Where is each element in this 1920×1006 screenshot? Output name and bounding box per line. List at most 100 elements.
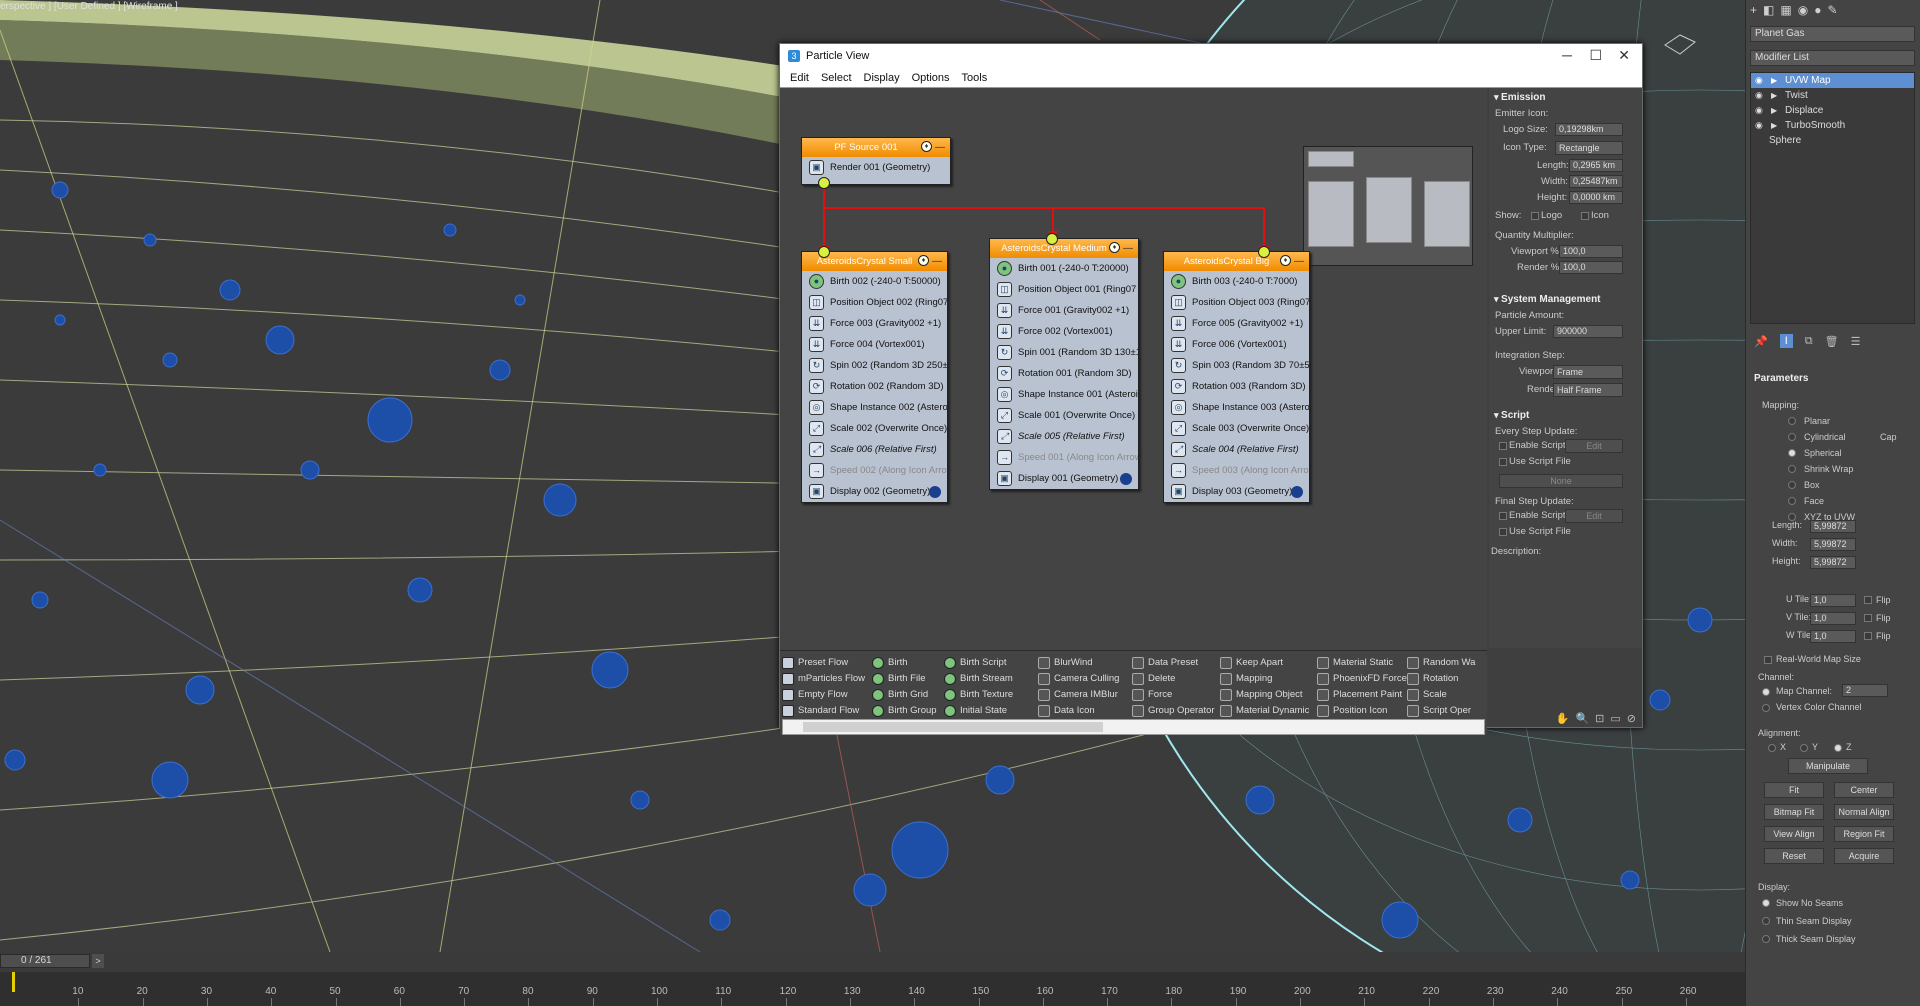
depot-operator[interactable]: Position Icon <box>1315 703 1407 719</box>
depot-operator[interactable]: Scale <box>1405 687 1475 703</box>
event-port[interactable] <box>1046 233 1058 245</box>
depot-operator[interactable]: Birth Script <box>942 655 1029 671</box>
length-spinner[interactable]: 0,2965 km <box>1569 159 1623 172</box>
make-unique-icon[interactable]: ⧉ <box>1805 335 1813 348</box>
display-color-swatch[interactable] <box>1291 486 1303 498</box>
depot-operator[interactable]: PhoenixFD Force <box>1315 671 1407 687</box>
mapping-option-label[interactable]: Box <box>1804 480 1820 490</box>
operator-row[interactable]: ⤢ Scale 006 (Relative First) <box>802 439 947 460</box>
integration-viewport-dropdown[interactable]: Frame <box>1553 365 1623 379</box>
operator-row[interactable]: ⇊ Force 003 (Gravity002 +1) <box>802 313 947 334</box>
height-spinner[interactable]: 0,0000 km <box>1569 191 1623 204</box>
expand-arrow-icon[interactable]: ▶ <box>1771 88 1777 103</box>
depot-operator[interactable]: Data Preset <box>1130 655 1216 671</box>
operator-row[interactable]: ⟳ Rotation 001 (Random 3D) <box>990 363 1138 384</box>
operator-row[interactable]: ◎ Shape Instance 001 (Asteroids ... <box>990 384 1138 405</box>
depot-operator[interactable]: Material Static <box>1315 655 1407 671</box>
operator-row[interactable]: ⟳ Rotation 002 (Random 3D) <box>802 376 947 397</box>
motion-tab-icon[interactable]: ◉ <box>1798 3 1808 17</box>
length-spinner[interactable]: 5,99872 <box>1810 520 1856 533</box>
flip-checkbox[interactable] <box>1864 596 1872 604</box>
depot-operator[interactable]: Preset Flow <box>780 655 865 671</box>
pin-stack-icon[interactable]: 📌 <box>1754 335 1768 348</box>
zoom-extents-icon[interactable]: ▭ <box>1610 712 1620 725</box>
depot-operator[interactable]: Birth Grid <box>870 687 937 703</box>
operator-row[interactable]: → Speed 002 (Along Icon Arrow) <box>802 460 947 481</box>
height-spinner[interactable]: 5,99872 <box>1810 556 1856 569</box>
node-header[interactable]: AsteroidsCrystal Big ♦ — <box>1164 252 1309 271</box>
minimize-button[interactable]: ─ <box>1562 47 1572 63</box>
event-node[interactable]: AsteroidsCrystal Small ♦ — ● Birth 002 (-240… <box>801 251 948 503</box>
operator-row[interactable]: ⇊ Force 001 (Gravity002 +1) <box>990 300 1138 321</box>
minimize-node-icon[interactable]: — <box>1123 239 1133 258</box>
show-icon-checkbox[interactable] <box>1581 212 1589 220</box>
visibility-eye-icon[interactable]: ◉ <box>1755 118 1763 133</box>
edit-script-button[interactable]: Edit <box>1565 439 1623 453</box>
seam-radio[interactable] <box>1762 917 1770 925</box>
operator-row[interactable]: ⤢ Scale 005 (Relative First) <box>990 426 1138 447</box>
operator-row[interactable]: ⇊ Force 005 (Gravity002 +1) <box>1164 313 1309 334</box>
operator-row[interactable]: ◎ Shape Instance 002 (Asteroids... <box>802 397 947 418</box>
display-color-swatch[interactable] <box>929 486 941 498</box>
depot-operator[interactable]: Birth File <box>870 671 937 687</box>
utile-spinner[interactable]: 1,0 <box>1810 594 1856 607</box>
zoom-icon[interactable]: 🔍 <box>1575 712 1589 725</box>
menu-display[interactable]: Display <box>858 72 906 84</box>
operator-row[interactable]: ● Birth 001 (-240-0 T:20000) <box>990 258 1138 279</box>
fit-button[interactable]: Fit <box>1764 782 1824 798</box>
script-rollout-header[interactable]: Script <box>1489 408 1642 423</box>
use-script-file-checkbox[interactable] <box>1499 458 1507 466</box>
operator-row[interactable]: ▣ Display 002 (Geometry) <box>802 481 947 502</box>
close-button[interactable]: ✕ <box>1618 47 1630 64</box>
operator-row[interactable]: ◎ Shape Instance 003 (Asteroids... <box>1164 397 1309 418</box>
operator-row[interactable]: ⤢ Scale 003 (Overwrite Once) <box>1164 418 1309 439</box>
axis-radio[interactable] <box>1800 744 1808 752</box>
pan-icon[interactable]: ✋ <box>1556 712 1570 725</box>
modifier-stack-item[interactable]: ◉ ▶ Twist <box>1751 88 1914 103</box>
mapping-option-label[interactable]: Cylindrical <box>1804 432 1846 442</box>
expand-arrow-icon[interactable]: ▶ <box>1771 103 1777 118</box>
seam-option-label[interactable]: Thick Seam Display <box>1776 934 1856 944</box>
display-color-swatch[interactable] <box>1120 473 1132 485</box>
expand-arrow-icon[interactable]: ▶ <box>1771 118 1777 133</box>
depot-operator[interactable]: Group Operator <box>1130 703 1216 719</box>
visibility-eye-icon[interactable]: ◉ <box>1755 73 1763 88</box>
mapping-radio[interactable] <box>1788 433 1796 441</box>
depot-operator[interactable]: Birth Texture <box>942 687 1029 703</box>
depot-operator[interactable]: Birth Group <box>870 703 937 719</box>
map-channel-radio[interactable] <box>1762 688 1770 696</box>
reset-button[interactable]: Reset <box>1764 848 1824 864</box>
operator-row[interactable]: ⤢ Scale 004 (Relative First) <box>1164 439 1309 460</box>
viewport-percent-spinner[interactable]: 100,0 <box>1559 245 1623 258</box>
minimize-node-icon[interactable]: — <box>1294 252 1304 271</box>
normal-align-button[interactable]: Normal Align <box>1834 804 1894 820</box>
hierarchy-tab-icon[interactable]: ▦ <box>1780 3 1791 17</box>
node-header[interactable]: PF Source 001 ♦ — <box>802 138 950 157</box>
operator-row[interactable]: ◫ Position Object 001 (Ring07 +5) <box>990 279 1138 300</box>
depot-operator[interactable]: Material Dynamic <box>1218 703 1317 719</box>
depot-operator[interactable]: Data Icon <box>1036 703 1119 719</box>
visibility-eye-icon[interactable]: ◉ <box>1755 103 1763 118</box>
seam-radio[interactable] <box>1762 899 1770 907</box>
cap-checkbox-label[interactable]: Cap <box>1880 432 1897 442</box>
parameters-header[interactable]: Parameters <box>1750 372 1915 386</box>
depot-operator[interactable]: Force <box>1130 687 1216 703</box>
enable-script-checkbox[interactable] <box>1499 442 1507 450</box>
seam-radio[interactable] <box>1762 935 1770 943</box>
visibility-eye-icon[interactable]: ◉ <box>1755 88 1763 103</box>
vertex-color-radio[interactable] <box>1762 704 1770 712</box>
operator-row[interactable]: ◫ Position Object 003 (Ring07 +5) <box>1164 292 1309 313</box>
remove-modifier-icon[interactable]: 🗑 <box>1825 335 1839 348</box>
modifier-stack-item[interactable]: ◉ ▶ UVW Map <box>1751 73 1914 88</box>
flip-checkbox[interactable] <box>1864 614 1872 622</box>
viewport-label[interactable]: erspective ] [User Defined ] [Wireframe … <box>0 1 178 12</box>
particle-graph[interactable]: PF Source 001 ♦ — ▣ Render 001 (Geometry) Ast… <box>780 88 1487 650</box>
utilities-tab-icon[interactable]: ✎ <box>1827 3 1837 17</box>
depot-operator[interactable]: Initial State <box>942 703 1029 719</box>
no-zoom-icon[interactable]: ⊘ <box>1627 712 1636 725</box>
enable-script-final-checkbox[interactable] <box>1499 512 1507 520</box>
script-file-none-button[interactable]: None <box>1499 474 1623 488</box>
track-bar[interactable]: 10 20 30 40 50 60 70 80 90 100 110 120 130 140 150 160 1… <box>0 972 1745 1006</box>
mapping-option-label[interactable]: Spherical <box>1804 448 1842 458</box>
center-button[interactable]: Center <box>1834 782 1894 798</box>
